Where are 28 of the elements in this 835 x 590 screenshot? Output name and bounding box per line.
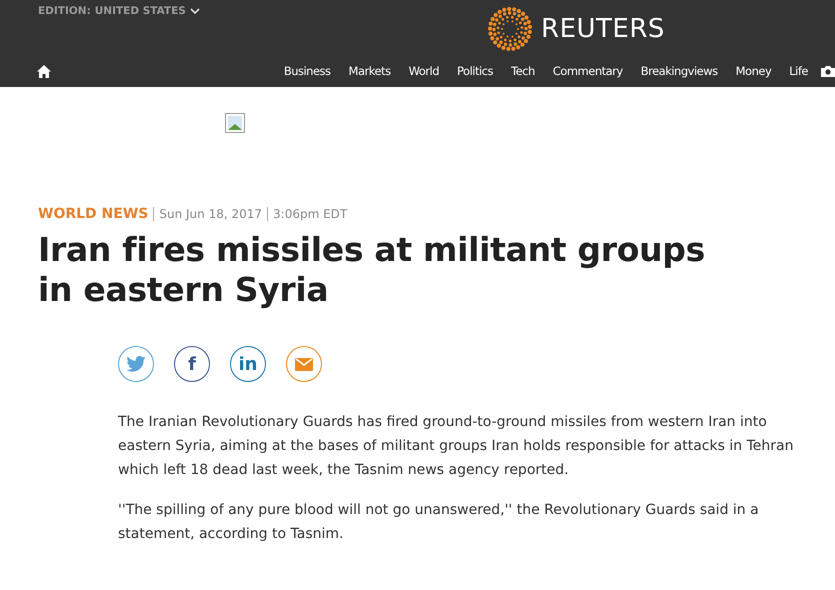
twitter-share-button[interactable]	[118, 346, 154, 382]
chevron-icon[interactable]	[190, 8, 200, 14]
logo-icon	[487, 6, 533, 52]
article-time: 3:06pm EDT	[273, 207, 348, 221]
facebook-share-button[interactable]: f	[174, 346, 210, 382]
linkedin-share-button[interactable]: in	[230, 346, 266, 382]
nav-link[interactable]: Money	[726, 64, 780, 78]
email-share-button[interactable]	[286, 346, 322, 382]
article-title: Iran fires missiles at militant groups in eastern Syria	[38, 230, 706, 310]
bird-icon	[126, 356, 146, 372]
article-date: Sun Jun 18, 2017	[159, 207, 262, 221]
nav-link[interactable]: Markets	[340, 64, 400, 78]
nav-link[interactable]: Breakingviews	[632, 64, 727, 78]
nav-link[interactable]: World	[400, 64, 448, 78]
home-icon[interactable]	[37, 64, 51, 78]
nav-link[interactable]: Life	[780, 64, 817, 78]
logo-text[interactable]: REUTERS	[541, 14, 665, 44]
article-paragraph: ''The spilling of any pure blood will not go unanswered,'' the Revolutionary Guards said in a statement, according to Tasnim.	[118, 501, 760, 544]
nav-link[interactable]: Tech	[502, 64, 544, 78]
edition-label: EDITION:	[38, 5, 91, 17]
envelope-icon	[295, 358, 313, 370]
broken-image-icon	[225, 113, 245, 133]
camera-icon[interactable]	[821, 65, 835, 77]
nav-link[interactable]: Commentary	[544, 64, 632, 78]
article-paragraph: The Iranian Revolutionary Guards has fired ground-to-ground missiles from western Iran into eastern Syria, aiming at the bases of militant groups Iran holds responsible for attacks in Tehran which left 18 dead last week, the Tasnim news agency reported.	[118, 413, 794, 480]
nav-link[interactable]: Business	[274, 64, 340, 78]
edition-value[interactable]: UNITED STATES	[94, 5, 186, 17]
nav-link[interactable]: Politics	[448, 64, 502, 78]
